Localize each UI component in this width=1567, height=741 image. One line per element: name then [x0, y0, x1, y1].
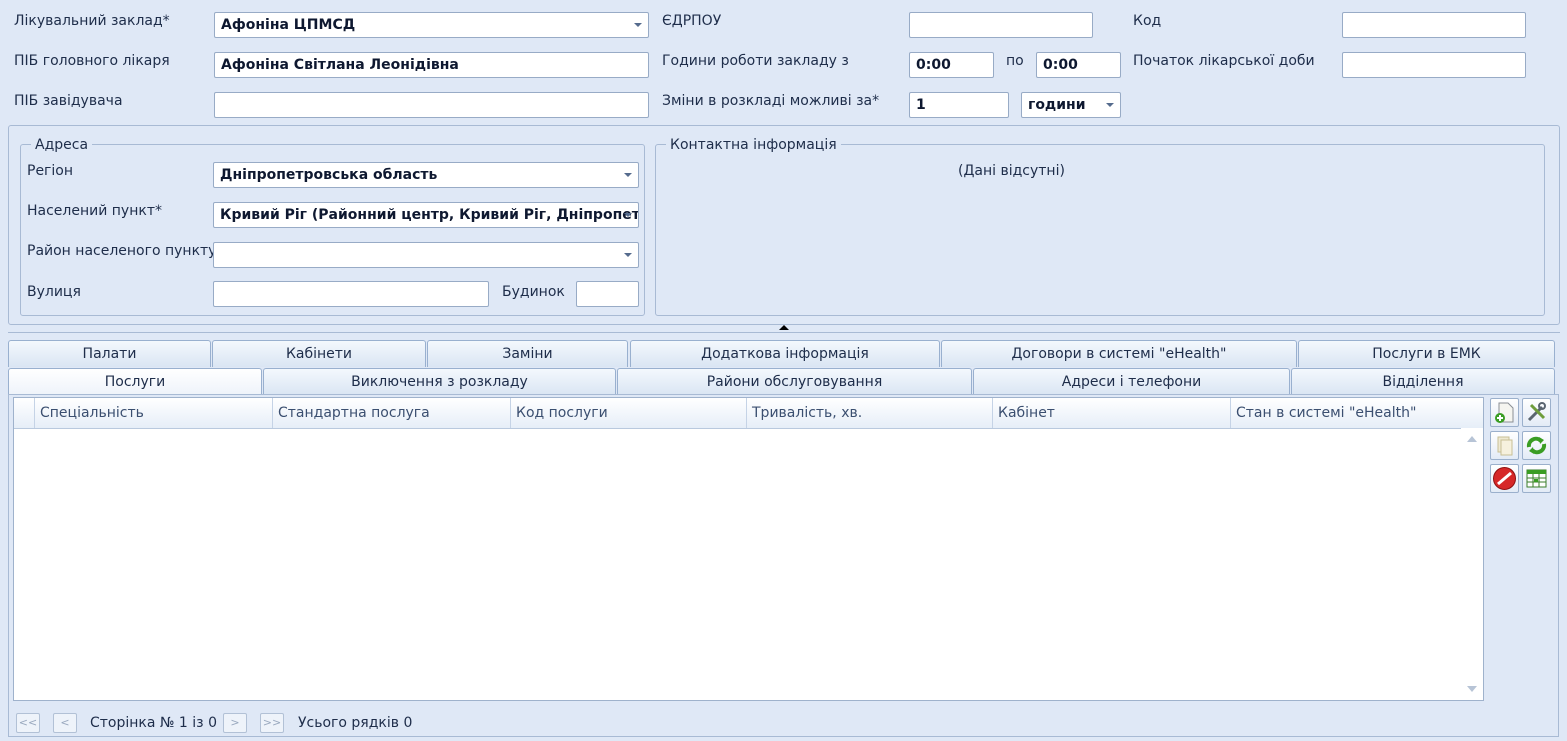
changes-input[interactable]: 1	[909, 92, 1009, 118]
col-specialty[interactable]: Спеціальність	[34, 398, 272, 428]
head-input[interactable]	[214, 92, 649, 118]
head-label: ПІБ завідувача	[14, 93, 123, 109]
col-cabinet[interactable]: Кабінет	[992, 398, 1230, 428]
tab-services[interactable]: Послуги	[8, 368, 262, 395]
edrpou-label: ЄДРПОУ	[662, 13, 722, 29]
facility-value: Афоніна ЦПМСД	[221, 17, 356, 33]
chevron-down-icon[interactable]	[624, 173, 632, 177]
district-combo[interactable]	[213, 242, 639, 268]
region-label: Регіон	[27, 163, 74, 179]
tab-additional-info[interactable]: Додаткова інформація	[630, 340, 940, 367]
grid-vertical-scrollbar[interactable]	[1461, 428, 1483, 700]
hours-from-input[interactable]: 0:00	[909, 52, 994, 78]
first-page-button[interactable]: <<	[16, 713, 40, 733]
export-excel-icon	[1526, 469, 1547, 488]
tab-emk-services[interactable]: Послуги в ЕМК	[1298, 340, 1555, 367]
prev-page-button[interactable]: <	[53, 713, 77, 733]
building-label: Будинок	[502, 284, 565, 300]
col-service-code[interactable]: Код послуги	[510, 398, 746, 428]
code-input[interactable]	[1342, 12, 1526, 38]
facility-combo[interactable]: Афоніна ЦПМСД	[214, 12, 649, 38]
chevron-down-icon[interactable]	[1106, 103, 1114, 107]
delete-button[interactable]	[1490, 464, 1519, 493]
code-label: Код	[1133, 13, 1162, 29]
copy-icon	[1497, 436, 1513, 456]
chevron-down-icon[interactable]	[624, 213, 632, 217]
region-value: Дніпропетровська область	[220, 167, 438, 183]
edit-button[interactable]	[1522, 398, 1551, 427]
edit-tools-icon	[1527, 402, 1546, 422]
chevron-down-icon[interactable]	[624, 253, 632, 257]
col-duration[interactable]: Тривалість, хв.	[746, 398, 992, 428]
chevron-down-icon[interactable]	[634, 23, 642, 27]
day-start-input[interactable]	[1342, 52, 1526, 78]
collapse-up-icon[interactable]	[779, 325, 789, 330]
district-label: Район населеного пункту	[27, 243, 217, 259]
tab-wards[interactable]: Палати	[8, 340, 211, 367]
day-start-label: Початок лікарської доби	[1133, 53, 1315, 69]
changes-unit-combo[interactable]: години	[1021, 92, 1121, 118]
services-grid[interactable]: Спеціальність Стандартна послуга Код пос…	[13, 397, 1484, 701]
refresh-icon	[1526, 436, 1547, 455]
hours-to-input[interactable]: 0:00	[1036, 52, 1121, 78]
chief-input[interactable]: Афоніна Світлана Леонідівна	[214, 52, 649, 78]
contact-group	[655, 144, 1545, 316]
col-standard-service[interactable]: Стандартна послуга	[272, 398, 510, 428]
tab-ehealth-contracts[interactable]: Договори в системі "eHealth"	[941, 340, 1297, 367]
settlement-value: Кривий Ріг (Районний центр, Кривий Ріг, …	[220, 207, 638, 223]
contact-empty-text: (Дані відсутні)	[958, 163, 1065, 179]
tab-replacements[interactable]: Заміни	[427, 340, 628, 367]
total-rows-text: Усього рядків 0	[298, 715, 413, 731]
page-indicator: Сторінка № 1 із 0	[90, 715, 217, 731]
changes-label: Зміни в розкладі можливі за*	[662, 93, 880, 109]
grid-header: Спеціальність Стандартна послуга Код пос…	[14, 398, 1483, 429]
next-page-button[interactable]: >	[223, 713, 247, 733]
region-combo[interactable]: Дніпропетровська область	[213, 162, 639, 188]
facility-label: Лікувальний заклад*	[14, 13, 170, 29]
scroll-down-icon[interactable]	[1467, 686, 1477, 692]
tab-addresses-phones[interactable]: Адреси і телефони	[973, 368, 1290, 395]
tab-cabinets[interactable]: Кабінети	[212, 340, 426, 367]
col-ehealth-status[interactable]: Стан в системі "eHealth"	[1230, 398, 1460, 428]
tab-departments[interactable]: Відділення	[1291, 368, 1555, 395]
delete-icon	[1493, 467, 1516, 490]
edrpou-input[interactable]	[909, 12, 1093, 38]
add-document-icon	[1495, 402, 1514, 423]
street-label: Вулиця	[27, 284, 81, 300]
building-input[interactable]	[576, 281, 639, 307]
last-page-button[interactable]: >>	[260, 713, 284, 733]
tab-service-districts[interactable]: Райони обслуговування	[617, 368, 972, 395]
settlement-combo[interactable]: Кривий Ріг (Районний центр, Кривий Ріг, …	[213, 202, 639, 228]
chief-label: ПІБ головного лікаря	[14, 53, 170, 69]
copy-button[interactable]	[1490, 431, 1519, 460]
address-legend: Адреса	[31, 137, 93, 153]
hours-label: Години роботи закладу з	[662, 53, 849, 69]
street-input[interactable]	[213, 281, 489, 307]
scroll-up-icon[interactable]	[1467, 436, 1477, 442]
add-button[interactable]	[1490, 398, 1519, 427]
settlement-label: Населений пункт*	[27, 203, 162, 219]
refresh-button[interactable]	[1522, 431, 1551, 460]
tab-schedule-exclusions[interactable]: Виключення з розкладу	[263, 368, 616, 395]
changes-unit-value: години	[1028, 97, 1086, 113]
hours-to-label: по	[1006, 53, 1024, 69]
splitter-bar[interactable]	[8, 325, 1560, 333]
export-button[interactable]	[1522, 464, 1551, 493]
contact-legend: Контактна інформація	[666, 137, 841, 153]
